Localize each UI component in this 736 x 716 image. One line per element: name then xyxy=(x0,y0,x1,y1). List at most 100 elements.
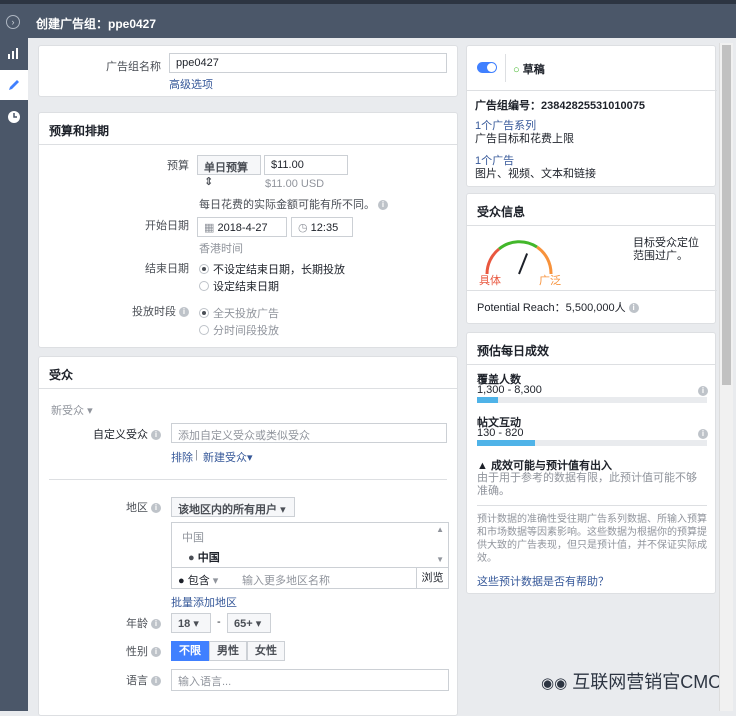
start-time-input[interactable]: ◷ 12:35 xyxy=(291,217,353,237)
info-icon[interactable]: i xyxy=(378,200,388,211)
end-opt-set[interactable]: 设定结束日期 xyxy=(199,278,279,294)
radio-checked-icon xyxy=(199,264,209,274)
info-icon[interactable]: i xyxy=(151,503,161,514)
caret-down-icon: ▾ xyxy=(193,618,199,630)
start-date-label: 开始日期 xyxy=(145,220,189,232)
budget-amount-input[interactable]: $11.00 xyxy=(264,155,348,175)
disclaimer: 预计数据的准确性受往期广告系列数据、所输入预算和市场数据等因素影响。这些数据为根… xyxy=(477,514,707,564)
start-date-input[interactable]: ▦ 2018-4-27 xyxy=(197,217,287,237)
warning-title: ▲ 成效可能与预计值有出入 xyxy=(477,460,612,472)
scrollbar-thumb[interactable] xyxy=(722,45,731,385)
location-label: 地区 i xyxy=(39,499,161,515)
caret-down-icon: ▾ xyxy=(280,504,286,516)
page-title: 创建广告组：ppe0427 xyxy=(36,17,157,31)
create-audience-link[interactable]: 新建受众▾ xyxy=(203,449,253,465)
adset-id: 广告组编号：23842825531010075 xyxy=(475,100,646,112)
advanced-options-link[interactable]: 高级选项 xyxy=(169,76,213,92)
bulk-add-link[interactable]: 批量添加地区 xyxy=(171,594,237,610)
top-bar: › 创建广告组：ppe0427 xyxy=(0,0,736,38)
reach-range: 1,300 - 8,300 xyxy=(477,384,542,396)
info-icon[interactable]: i xyxy=(179,307,189,318)
language-label: 语言 i xyxy=(39,672,161,688)
collapse-icon[interactable]: › xyxy=(6,15,20,29)
warning-icon: ▲ xyxy=(477,460,488,472)
location-group: 中国 xyxy=(182,532,204,544)
end-opt-none[interactable]: 不设定结束日期，长期投放 xyxy=(199,261,345,277)
exclude-link[interactable]: 排除 xyxy=(171,449,193,465)
divider xyxy=(477,505,707,506)
reach-bar xyxy=(477,397,707,403)
scrollbar[interactable] xyxy=(719,43,733,711)
radio-checked-icon xyxy=(199,308,209,318)
adset-name-card: 广告组名称 ppe0427 高级选项 xyxy=(38,45,458,97)
location-list[interactable]: 中国 ● 中国 ▲ ▼ xyxy=(171,522,449,568)
schedule-opt-all[interactable]: 全天投放广告 xyxy=(199,305,279,321)
gender-label: 性别 i xyxy=(39,643,161,659)
age-max-select[interactable]: 65+ ▾ xyxy=(227,613,271,633)
clock-small-icon: ◷ xyxy=(298,222,311,234)
pencil-icon[interactable] xyxy=(0,70,28,100)
map-pin-icon: ● xyxy=(188,552,195,564)
daily-results-title: 预估每日成效 xyxy=(467,333,715,365)
caret-down-icon: ▾ xyxy=(247,452,253,464)
info-icon[interactable]: i xyxy=(151,619,161,630)
caret-down-icon: ▾ xyxy=(255,618,262,630)
gauge-left-label: 具体 xyxy=(479,275,501,287)
caret-down-icon: ▾ xyxy=(212,575,219,587)
info-icon[interactable]: i xyxy=(698,429,708,439)
engagement-range: 130 - 820 xyxy=(477,427,524,439)
info-icon[interactable]: i xyxy=(628,303,639,314)
new-audience-dropdown[interactable]: 新受众 ▾ xyxy=(51,402,93,418)
end-date-label: 结束日期 xyxy=(145,263,189,275)
budget-type-select[interactable]: 单日预算 ⇕ xyxy=(197,155,261,188)
budget-label: 预算 xyxy=(167,160,189,172)
audience-info-card: 受众信息 具体 广泛 目标受众定位范围过广。 Potential Reach：5… xyxy=(466,193,717,324)
divider xyxy=(467,290,717,291)
age-label: 年龄 i xyxy=(39,615,161,631)
divider xyxy=(505,54,506,82)
budget-usd: $11.00 USD xyxy=(265,178,325,190)
draft-dot-icon: ○ xyxy=(513,64,520,76)
language-input[interactable]: 输入语言... xyxy=(171,669,449,691)
help-link[interactable]: 这些预计数据是否有帮助？ xyxy=(477,573,609,589)
campaign-desc: 广告目标和花费上限 xyxy=(475,133,574,145)
divider xyxy=(49,479,447,480)
gender-all-button[interactable]: 不限 xyxy=(171,641,209,661)
potential-reach: Potential Reach：5,500,000人 i xyxy=(477,299,639,315)
clock-icon[interactable] xyxy=(0,102,28,132)
active-toggle[interactable] xyxy=(477,62,497,73)
engagement-bar xyxy=(477,440,707,446)
info-icon[interactable]: i xyxy=(151,676,161,687)
adset-name-input[interactable]: ppe0427 xyxy=(169,53,447,73)
timezone: 香港时间 xyxy=(199,243,243,255)
left-nav xyxy=(0,38,28,711)
location-type-select[interactable]: 该地区内的所有用户 ▾ xyxy=(171,497,295,517)
gender-male-button[interactable]: 男性 xyxy=(209,641,247,661)
audience-card: 受众 新受众 ▾ 自定义受众 i 添加自定义受众或类似受众 排除 | 新建受众▾ … xyxy=(38,356,458,716)
schedule-opt-part[interactable]: 分时间段投放 xyxy=(199,322,279,338)
audience-info-title: 受众信息 xyxy=(467,194,715,226)
scroll-down-icon[interactable]: ▼ xyxy=(436,555,444,564)
link-divider: | xyxy=(195,449,198,461)
audience-desc: 目标受众定位范围过广。 xyxy=(633,237,699,262)
info-icon[interactable]: i xyxy=(151,647,161,658)
scroll-up-icon[interactable]: ▲ xyxy=(436,525,444,534)
location-item: ● 中国 xyxy=(188,552,220,564)
age-min-select[interactable]: 18 ▾ xyxy=(171,613,211,633)
chart-icon[interactable] xyxy=(0,38,28,68)
warning-desc: 由于用于参考的数据有限，此预计值可能不够准确。 xyxy=(477,472,697,497)
age-dash: - xyxy=(217,616,221,628)
watermark: ◉◉ 互联网营销官CMO xyxy=(541,672,723,692)
sort-icon: ⇕ xyxy=(204,176,214,188)
info-icon[interactable]: i xyxy=(151,430,161,441)
radio-icon xyxy=(199,325,209,335)
info-icon[interactable]: i xyxy=(698,386,708,396)
include-select[interactable]: ● 包含 ▾ xyxy=(178,572,218,588)
status-card: ○ 草稿 广告组编号：23842825531010075 1个广告系列 广告目标… xyxy=(466,45,717,187)
divider xyxy=(467,90,717,91)
browse-button[interactable]: 浏览 xyxy=(416,568,448,588)
schedule-label: 投放时段 i xyxy=(39,303,189,319)
location-input[interactable]: 输入更多地区名称 xyxy=(242,572,330,588)
gender-female-button[interactable]: 女性 xyxy=(247,641,285,661)
custom-audience-input[interactable]: 添加自定义受众或类似受众 xyxy=(171,423,447,443)
